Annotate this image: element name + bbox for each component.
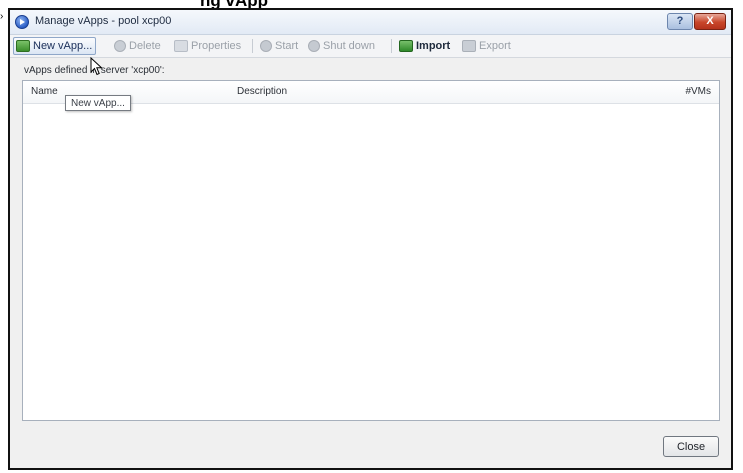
new-vapp-button[interactable]: New vApp... [13,37,97,55]
properties-icon [174,40,188,52]
properties-label: Properties [191,40,242,52]
app-icon [15,15,29,29]
start-label: Start [275,40,299,52]
bullet-marker: › [0,11,4,22]
import-icon [399,40,413,52]
delete-button[interactable]: Delete [114,37,161,55]
help-button[interactable]: ? [667,13,693,30]
start-button[interactable]: Start [260,37,298,55]
shut-down-label: Shut down [323,40,375,52]
import-label: Import [416,40,451,52]
title-bar[interactable]: Manage vApps - pool xcp00 ? X [10,10,731,35]
export-button[interactable]: Export [462,37,511,55]
manage-vapps-dialog: Manage vApps - pool xcp00 ? X New vApp..… [8,8,733,470]
window-title: Manage vApps - pool xcp00 [35,15,172,27]
shut-down-icon [308,40,320,52]
export-icon [462,40,476,52]
column-header-vms[interactable]: #VMs [685,86,711,97]
delete-label: Delete [129,40,161,52]
toolbar-separator [252,39,253,53]
toolbar-separator [391,39,392,53]
shut-down-button[interactable]: Shut down [308,37,375,55]
new-vapp-icon [16,40,30,52]
mouse-cursor-icon [90,57,103,76]
delete-icon [114,40,126,52]
new-vapp-label: New vApp... [33,40,93,52]
close-button[interactable]: Close [663,436,719,457]
column-header-description[interactable]: Description [237,86,287,97]
column-header-name[interactable]: Name [31,86,58,97]
vapps-list[interactable]: Name Description #VMs [22,80,720,421]
export-label: Export [479,40,511,52]
screenshot-page: ng vApp › Manage vApps - pool xcp00 ? X … [0,0,743,473]
toolbar: New vApp... Delete Properties Start Shut… [10,35,731,58]
properties-button[interactable]: Properties [174,37,241,55]
import-button[interactable]: Import [399,37,450,55]
start-icon [260,40,272,52]
window-close-button[interactable]: X [694,13,726,30]
new-vapp-tooltip: New vApp... [65,95,131,111]
